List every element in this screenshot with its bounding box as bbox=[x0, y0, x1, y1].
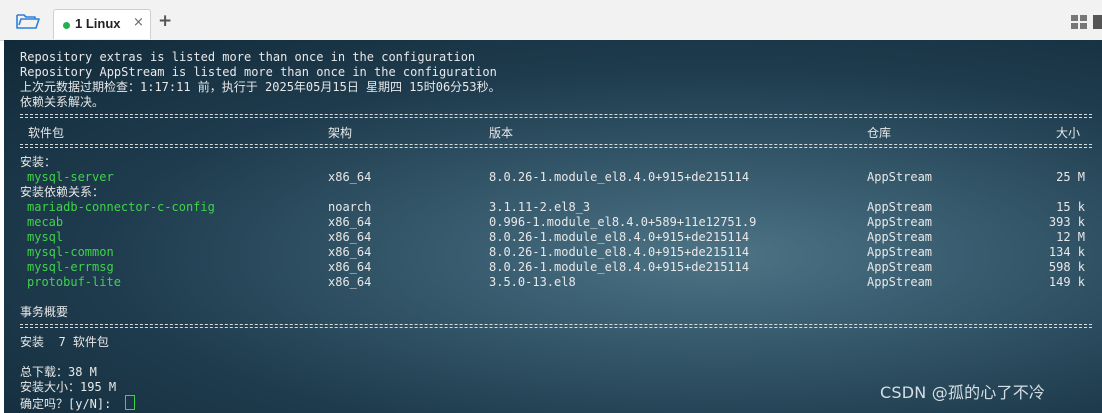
panel-toggle-icon[interactable] bbox=[1093, 15, 1102, 29]
package-name: mecab bbox=[27, 215, 64, 229]
dependency-label: 安装依赖关系： bbox=[20, 185, 105, 199]
package-name: mysql-common bbox=[27, 245, 114, 259]
package-version: 8.0.26-1.module_el8.4.0+915+de215114 bbox=[489, 260, 750, 274]
folder-icon[interactable] bbox=[16, 12, 40, 30]
header-arch: 架构 bbox=[328, 126, 353, 140]
tab-bar: 1 Linux × + bbox=[0, 0, 1102, 41]
package-arch: x86_64 bbox=[328, 245, 372, 259]
terminal-line: 上次元数据过期检查：1:17:11 前，执行于 2025年05月15日 星期四 … bbox=[20, 80, 501, 94]
package-arch: x86_64 bbox=[328, 230, 372, 244]
separator bbox=[20, 144, 1092, 148]
terminal-line: 依赖关系解决。 bbox=[20, 95, 105, 109]
package-size: 15 k bbox=[1056, 200, 1085, 214]
package-arch: x86_64 bbox=[328, 275, 372, 289]
package-size: 393 k bbox=[1048, 215, 1085, 229]
package-size: 12 M bbox=[1056, 230, 1085, 244]
package-version: 8.0.26-1.module_el8.4.0+915+de215114 bbox=[489, 170, 750, 184]
package-name: mysql-errmsg bbox=[27, 260, 114, 274]
package-repo: AppStream bbox=[867, 170, 933, 184]
header-size: 大小 bbox=[1056, 126, 1081, 140]
summary-title: 事务概要 bbox=[20, 305, 69, 319]
package-repo: AppStream bbox=[867, 230, 933, 244]
install-label: 安装： bbox=[20, 155, 57, 169]
confirm-prompt[interactable]: 确定吗？[y/N]: bbox=[20, 395, 135, 411]
package-version: 0.996-1.module_el8.4.0+589+11e12751.9 bbox=[489, 215, 757, 229]
package-repo: AppStream bbox=[867, 215, 933, 229]
package-version: 8.0.26-1.module_el8.4.0+915+de215114 bbox=[489, 245, 750, 259]
prompt-text: 确定吗？[y/N]: bbox=[20, 397, 119, 411]
install-size: 安装大小：195 M bbox=[20, 380, 117, 394]
watermark: CSDN @孤的心了不冷 bbox=[880, 383, 1046, 402]
package-size: 598 k bbox=[1048, 260, 1085, 274]
tab-linux[interactable]: 1 Linux × bbox=[53, 9, 151, 39]
package-name: mysql bbox=[27, 230, 64, 244]
package-size: 134 k bbox=[1048, 245, 1085, 259]
package-version: 8.0.26-1.module_el8.4.0+915+de215114 bbox=[489, 230, 750, 244]
package-repo: AppStream bbox=[867, 200, 933, 214]
summary-install: 安装 7 软件包 bbox=[20, 335, 109, 349]
close-icon[interactable]: × bbox=[133, 15, 144, 30]
terminal-line: Repository AppStream is listed more than… bbox=[20, 65, 497, 79]
separator bbox=[20, 114, 1092, 118]
header-package: 软件包 bbox=[28, 126, 65, 140]
header-repo: 仓库 bbox=[867, 126, 892, 140]
package-repo: AppStream bbox=[867, 275, 933, 289]
new-tab-button[interactable]: + bbox=[158, 11, 172, 31]
package-name: mysql-server bbox=[27, 170, 114, 184]
separator bbox=[20, 324, 1092, 328]
grid-layout-icon[interactable] bbox=[1071, 15, 1087, 29]
terminal-output[interactable]: Repository extras is listed more than on… bbox=[4, 40, 1102, 413]
package-version: 3.1.11-2.el8_3 bbox=[489, 200, 591, 214]
package-arch: x86_64 bbox=[328, 215, 372, 229]
package-name: protobuf-lite bbox=[27, 275, 121, 289]
package-repo: AppStream bbox=[867, 245, 933, 259]
package-arch: x86_64 bbox=[328, 260, 372, 274]
text-cursor[interactable] bbox=[124, 395, 135, 410]
total-download: 总下载：38 M bbox=[20, 365, 97, 379]
package-size: 149 k bbox=[1048, 275, 1085, 289]
package-repo: AppStream bbox=[867, 260, 933, 274]
tab-label: 1 Linux bbox=[75, 16, 121, 31]
package-version: 3.5.0-13.el8 bbox=[489, 275, 576, 289]
connected-status-icon bbox=[63, 22, 70, 29]
package-size: 25 M bbox=[1056, 170, 1085, 184]
terminal-line: Repository extras is listed more than on… bbox=[20, 50, 476, 64]
package-arch: noarch bbox=[328, 200, 372, 214]
header-version: 版本 bbox=[489, 126, 514, 140]
package-name: mariadb-connector-c-config bbox=[27, 200, 215, 214]
package-arch: x86_64 bbox=[328, 170, 372, 184]
